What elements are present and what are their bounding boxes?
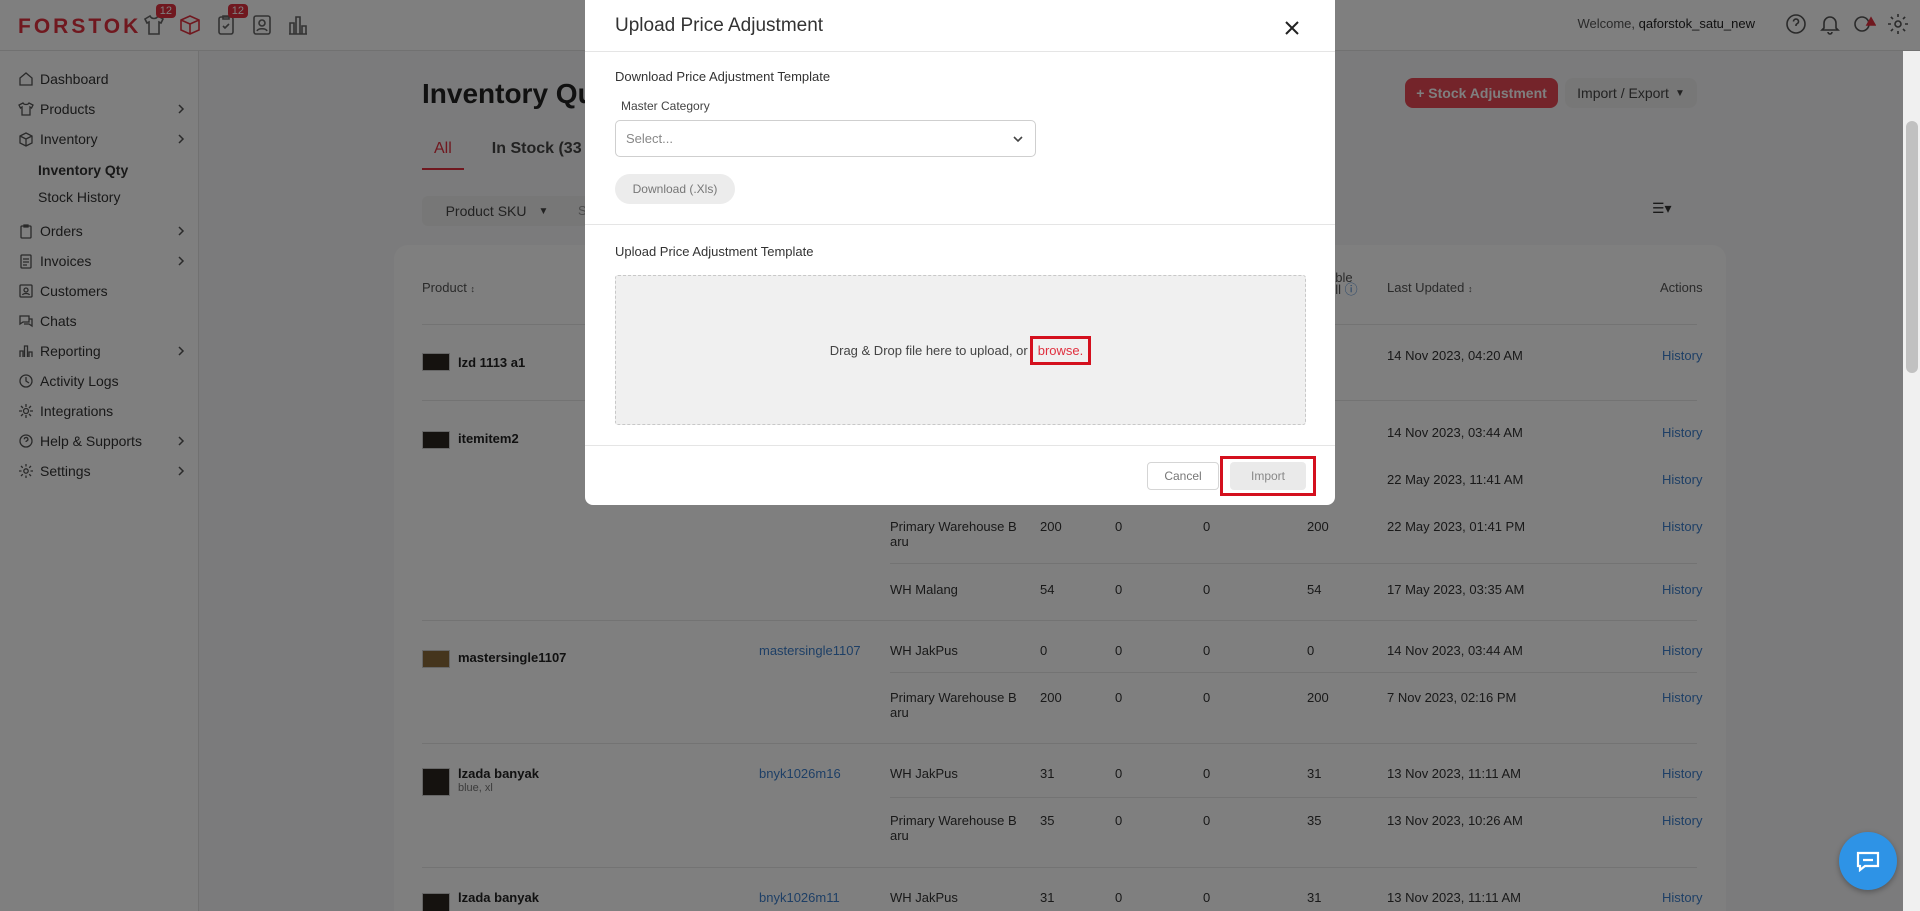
modal-divider [585, 51, 1335, 52]
master-category-select[interactable]: Select... [615, 120, 1036, 157]
modal-divider [585, 224, 1335, 225]
browse-link[interactable]: browse. [1029, 335, 1092, 365]
dropzone-text: Drag & Drop file here to upload, or [829, 342, 1028, 358]
scrollbar-thumb[interactable] [1906, 121, 1918, 373]
page-scrollbar[interactable] [1903, 51, 1920, 911]
file-dropzone[interactable]: Drag & Drop file here to upload, or brow… [615, 275, 1306, 425]
select-placeholder: Select... [626, 131, 673, 146]
chat-bubble-icon [1856, 851, 1880, 872]
live-chat-button[interactable] [1839, 832, 1897, 890]
download-section-title: Download Price Adjustment Template [615, 69, 831, 84]
upload-price-adjustment-modal: Upload Price Adjustment Download Price A… [585, 0, 1335, 505]
modal-divider [585, 445, 1335, 446]
import-button[interactable]: Import [1230, 462, 1306, 490]
chevron-down-icon [1013, 135, 1023, 142]
master-category-label: Master Category [621, 99, 710, 113]
cancel-button[interactable]: Cancel [1147, 462, 1219, 490]
modal-title: Upload Price Adjustment [615, 15, 824, 36]
download-template-button[interactable]: Download (.Xls) [615, 174, 735, 204]
upload-section-title: Upload Price Adjustment Template [615, 244, 814, 259]
close-icon[interactable] [1283, 19, 1301, 37]
import-button-highlight: Import [1220, 456, 1316, 496]
